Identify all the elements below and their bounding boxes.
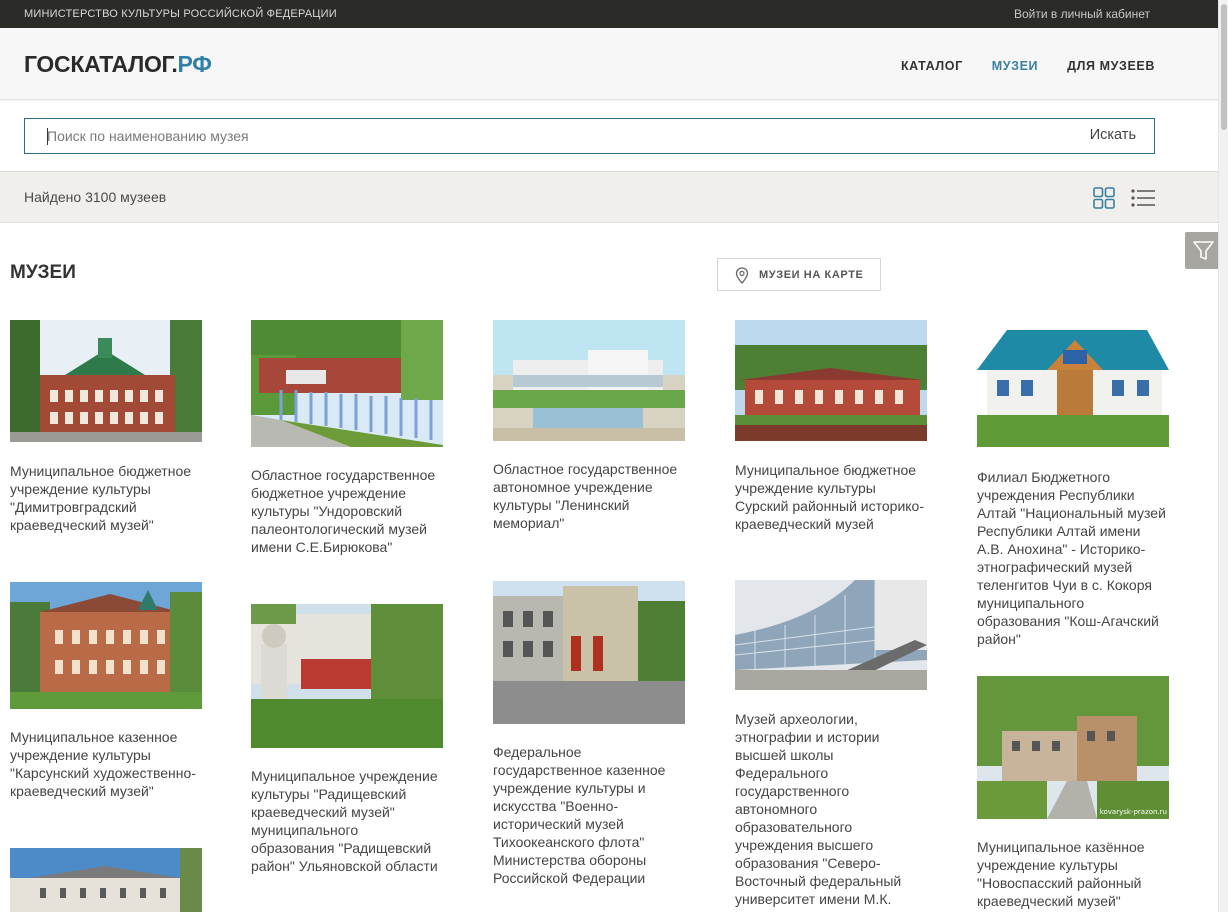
nav-catalog[interactable]: КАТАЛОГ (901, 59, 963, 73)
grid-view-icon[interactable] (1093, 187, 1115, 209)
museum-card[interactable]: Федеральное государственное казенное учр… (493, 581, 685, 887)
museums-map-button[interactable]: МУЗЕИ НА КАРТЕ (717, 258, 881, 291)
museum-card[interactable]: Музей археологии, этнографии и истории в… (735, 580, 927, 912)
museum-title[interactable]: Федеральное государственное казенное учр… (493, 743, 685, 887)
search-box: Искать (24, 118, 1155, 154)
list-view-icon[interactable] (1131, 189, 1155, 207)
filter-icon (1193, 241, 1214, 260)
museum-photo[interactable] (10, 848, 202, 912)
ministry-label: МИНИСТЕРСТВО КУЛЬТУРЫ РОССИЙСКОЙ ФЕДЕРАЦ… (24, 8, 337, 20)
museum-card[interactable]: Муниципальное бюджетное учреждение культ… (735, 320, 927, 533)
museum-card[interactable]: Муниципальное казенное учреждение культу… (10, 582, 202, 800)
museum-photo[interactable] (10, 320, 202, 442)
search-input[interactable] (47, 119, 1047, 153)
nav-for-museums[interactable]: ДЛЯ МУЗЕЕВ (1067, 59, 1155, 73)
museum-photo[interactable] (251, 320, 443, 447)
museum-title[interactable]: Филиал Бюджетного учреждения Республики … (977, 468, 1169, 648)
photo-watermark: kovarysk-prazon.ru (1100, 808, 1167, 816)
museum-photo[interactable] (251, 604, 443, 748)
museum-photo[interactable] (735, 320, 927, 441)
results-count: Найдено 3100 музеев (24, 189, 167, 205)
museum-title[interactable]: Областное государственное бюджетное учре… (251, 466, 443, 556)
nav-museums[interactable]: МУЗЕИ (992, 59, 1038, 73)
museum-card[interactable]: Областное государственное бюджетное учре… (251, 320, 443, 556)
logo-rf: РФ (177, 51, 212, 77)
museum-photo[interactable] (493, 581, 685, 724)
site-logo[interactable]: ГОСКАТАЛОГ.РФ (24, 51, 212, 78)
museum-title[interactable]: Муниципальное бюджетное учреждение культ… (735, 461, 927, 533)
museum-card[interactable]: Муниципальное бюджетное учреждение культ… (10, 320, 202, 534)
map-button-label: МУЗЕИ НА КАРТЕ (759, 269, 864, 281)
results-bar: Найдено 3100 музеев (0, 171, 1218, 223)
museum-photo[interactable] (977, 320, 1169, 447)
logo-text: ГОСКАТАЛОГ. (24, 51, 178, 77)
museum-photo[interactable]: kovarysk-prazon.ru (977, 676, 1169, 819)
museum-card[interactable]: Муниципальное учреждение культуры "Радищ… (251, 604, 443, 875)
museum-photo[interactable] (10, 582, 202, 709)
museum-title[interactable]: Муниципальное казённое учреждение культу… (977, 838, 1169, 910)
section-title: МУЗЕИ (10, 262, 76, 283)
museum-card[interactable]: Областное государственное автономное учр… (493, 320, 685, 532)
museum-title[interactable]: Муниципальное казенное учреждение культу… (10, 728, 202, 800)
museum-title[interactable]: Муниципальное учреждение культуры "Радищ… (251, 767, 443, 875)
search-area: Искать (0, 101, 1218, 171)
museum-card[interactable]: Филиал Бюджетного учреждения Республики … (977, 320, 1169, 648)
museum-photo[interactable] (493, 320, 685, 441)
search-button[interactable]: Искать (1090, 127, 1136, 143)
main-nav: КАТАЛОГ МУЗЕИ ДЛЯ МУЗЕЕВ (901, 59, 1155, 73)
page-scrollbar[interactable] (1218, 0, 1228, 912)
museum-title[interactable]: Областное государственное автономное учр… (493, 460, 685, 532)
museum-title[interactable]: Музей археологии, этнографии и истории в… (735, 710, 927, 912)
site-header: ГОСКАТАЛОГ.РФ КАТАЛОГ МУЗЕИ ДЛЯ МУЗЕЕВ (0, 28, 1218, 100)
museum-photo[interactable] (735, 580, 927, 690)
museum-card[interactable] (10, 848, 202, 912)
museum-card[interactable]: kovarysk-prazon.ru Муниципальное казённо… (977, 676, 1169, 910)
map-pin-icon (735, 267, 749, 284)
scrollbar-thumb[interactable] (1221, 4, 1227, 130)
login-link[interactable]: Войти в личный кабинет (1014, 7, 1150, 21)
museum-title[interactable]: Муниципальное бюджетное учреждение культ… (10, 462, 202, 534)
top-bar: МИНИСТЕРСТВО КУЛЬТУРЫ РОССИЙСКОЙ ФЕДЕРАЦ… (0, 0, 1218, 28)
filter-button[interactable] (1185, 232, 1222, 269)
